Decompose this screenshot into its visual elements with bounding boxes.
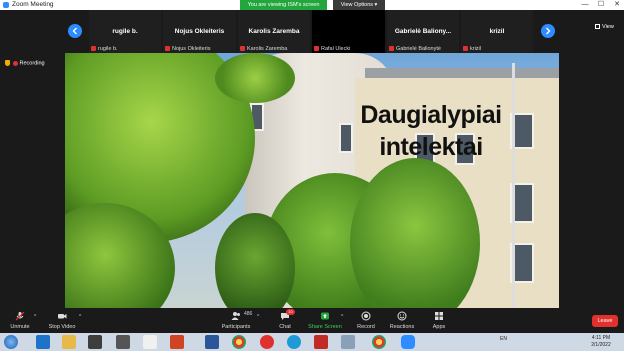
muted-mic-icon: [240, 46, 245, 52]
close-button[interactable]: ✕: [610, 0, 624, 10]
smiley-icon: [397, 311, 407, 321]
participant-label: krizil: [463, 46, 481, 52]
participants-icon: [231, 311, 241, 321]
chat-unread-badge: 10: [286, 309, 295, 315]
media-player-icon[interactable]: [88, 335, 102, 349]
zoom-taskbar-icon[interactable]: [401, 335, 415, 349]
windows-taskbar: EN 4:11 PM 2/1/2022: [0, 333, 624, 351]
acrobat-icon[interactable]: [314, 335, 328, 349]
share-screen-button[interactable]: Share Screen: [305, 311, 345, 330]
participant-label: Karolis Zaremba: [240, 46, 287, 52]
chevron-right-icon: [546, 27, 551, 35]
chrome-icon[interactable]: [372, 335, 386, 349]
participant-name: Nojus Okleiteris: [174, 28, 225, 35]
muted-mic-icon: [463, 46, 468, 52]
window-titlebar: Zoom Meeting You are viewing ISM's scree…: [0, 0, 624, 10]
participant-name: rugile b.: [112, 28, 138, 35]
participant-tile[interactable]: krizil krizil: [461, 10, 533, 53]
share-screen-icon: [320, 311, 330, 321]
shared-screen: Daugialypiai intelektai: [65, 53, 559, 308]
video-camera-icon: [57, 311, 67, 321]
stop-video-button[interactable]: Stop Video: [42, 311, 82, 330]
reactions-button[interactable]: Reactions: [382, 311, 422, 330]
apps-button[interactable]: Apps: [419, 311, 459, 330]
apps-icon: [434, 311, 444, 321]
hp-app-icon[interactable]: [116, 335, 130, 349]
record-icon: [361, 311, 371, 321]
slide-title: Daugialypiai intelektai: [360, 101, 502, 161]
edge-icon[interactable]: [287, 335, 301, 349]
view-button[interactable]: View: [595, 24, 614, 30]
participant-tile[interactable]: Rafal Ulecki: [312, 10, 385, 53]
participant-label: rugile b.: [91, 46, 118, 52]
participant-name: krizil: [489, 28, 505, 35]
minimize-button[interactable]: —: [578, 0, 592, 10]
grid-view-icon: [595, 24, 600, 30]
powerpoint-icon[interactable]: [170, 335, 184, 349]
muted-mic-icon: [15, 311, 25, 321]
zoom-app-icon: [3, 2, 9, 8]
previous-page-button[interactable]: [68, 24, 82, 38]
participant-tile[interactable]: Gabrielė Baliony... Gabrielė Balionytė: [387, 10, 459, 53]
participant-name: Karolis Zaremba: [248, 28, 300, 35]
record-dot-icon: [12, 60, 18, 66]
file-explorer-icon[interactable]: [62, 335, 76, 349]
chevron-left-icon: [72, 27, 77, 35]
participants-count: 486: [244, 311, 253, 317]
participants-options-caret[interactable]: ^: [257, 314, 259, 320]
chat-button[interactable]: Chat: [265, 311, 305, 330]
language-indicator[interactable]: EN: [500, 336, 507, 342]
recording-label: Recording: [19, 60, 45, 67]
leave-button[interactable]: Leave: [592, 315, 618, 327]
audio-options-caret[interactable]: ^: [34, 314, 36, 320]
participant-tile[interactable]: rugile b. rugile b.: [89, 10, 161, 53]
viewing-screen-banner: You are viewing ISM's screen: [240, 0, 327, 10]
view-options-button[interactable]: View Options ▾: [333, 0, 385, 10]
participant-name: Gabrielė Baliony...: [394, 28, 452, 35]
foreground-leaves: [215, 53, 295, 103]
generic-app-icon[interactable]: [143, 335, 157, 349]
chrome-icon[interactable]: [232, 335, 246, 349]
muted-mic-icon: [91, 46, 96, 52]
muted-mic-icon: [389, 46, 394, 52]
participant-tile[interactable]: Karolis Zaremba Karolis Zaremba: [238, 10, 310, 53]
participant-label: Nojus Okleiteris: [165, 46, 211, 52]
participant-label: Rafal Ulecki: [314, 46, 350, 52]
window-title: Zoom Meeting: [12, 1, 54, 8]
participant-label: Gabrielė Balionytė: [389, 46, 441, 52]
internet-explorer-icon[interactable]: [36, 335, 50, 349]
taskbar-clock[interactable]: 4:11 PM 2/1/2022: [582, 335, 620, 349]
share-options-caret[interactable]: ^: [341, 314, 343, 320]
word-icon[interactable]: [205, 335, 219, 349]
participant-strip: rugile b. rugile b. Nojus Okleiteris Noj…: [0, 10, 624, 53]
meeting-toolbar: Unmute ^ Stop Video ^ Participants 486 ^…: [0, 308, 624, 333]
participant-tile[interactable]: Nojus Okleiteris Nojus Okleiteris: [163, 10, 236, 53]
opera-icon[interactable]: [260, 335, 274, 349]
video-options-caret[interactable]: ^: [79, 314, 81, 320]
recording-indicator[interactable]: Recording: [5, 60, 45, 66]
muted-mic-icon: [165, 46, 170, 52]
record-button[interactable]: Record: [346, 311, 386, 330]
windows-start-button[interactable]: [4, 335, 18, 349]
next-page-button[interactable]: [541, 24, 555, 38]
generic-app-icon[interactable]: [341, 335, 355, 349]
shield-icon: [5, 60, 10, 66]
maximize-button[interactable]: ☐: [594, 0, 608, 10]
muted-mic-icon: [314, 46, 319, 52]
